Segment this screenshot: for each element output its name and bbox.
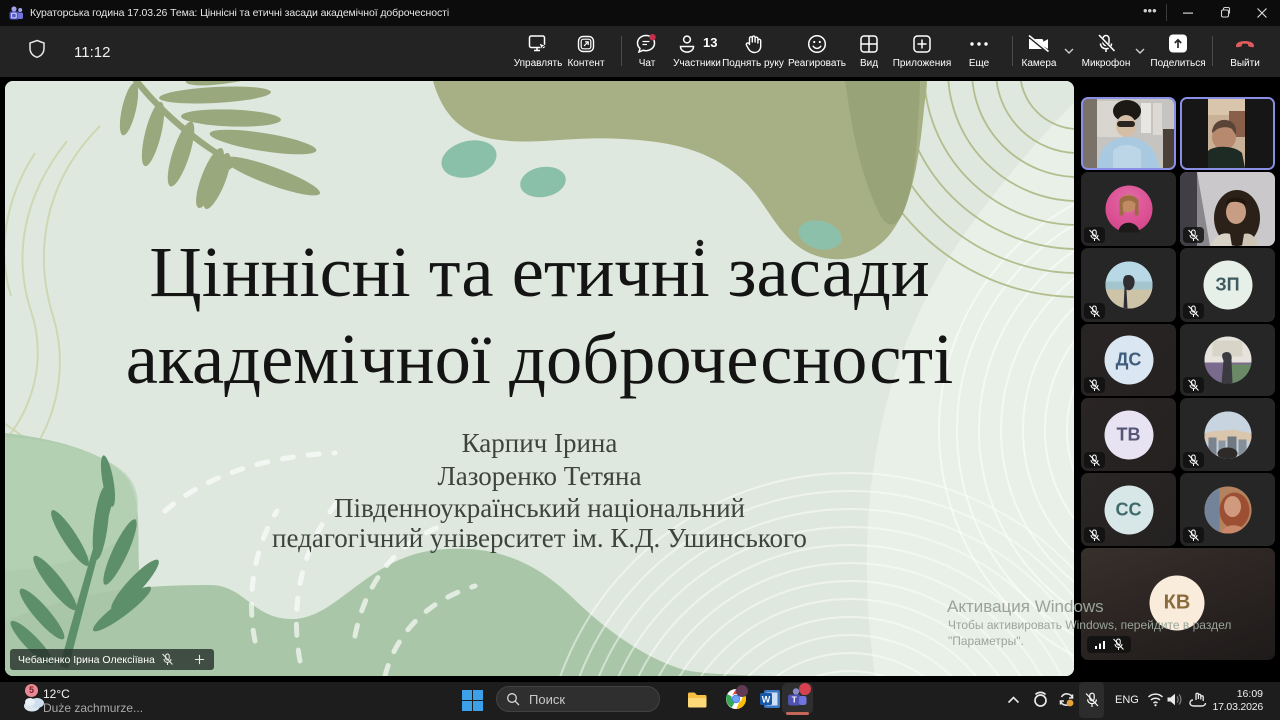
svg-text:W: W bbox=[762, 695, 771, 705]
svg-text:T: T bbox=[792, 695, 798, 705]
